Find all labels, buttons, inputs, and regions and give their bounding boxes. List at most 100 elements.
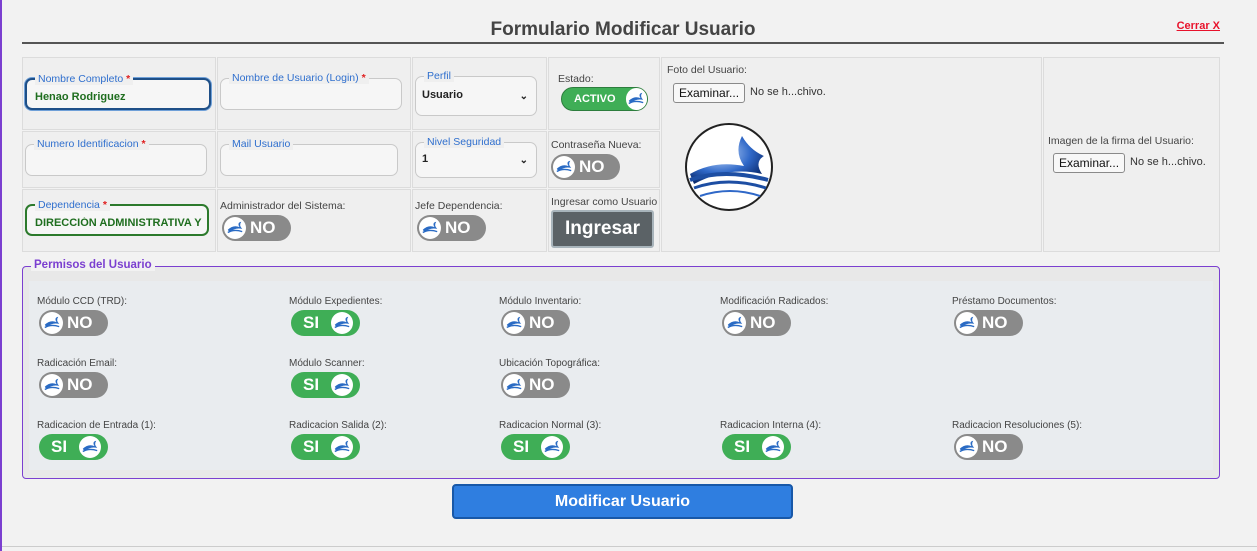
permiso-label: Módulo Inventario: <box>499 296 582 307</box>
mail-usuario-field[interactable]: Mail Usuario <box>220 138 398 176</box>
chevron-down-icon: ⌄ <box>519 91 528 102</box>
nombre-usuario-label: Nombre de Usuario (Login) * <box>229 72 369 84</box>
permiso-toggle[interactable]: SI <box>291 372 360 398</box>
permiso-toggle[interactable]: NO <box>39 372 108 398</box>
permiso-label: Módulo Expedientes: <box>289 296 383 307</box>
whale-logo-icon <box>553 156 575 178</box>
mail-usuario-label: Mail Usuario <box>229 138 294 150</box>
cell-admin-sistema: Administrador del Sistema: NO <box>217 189 411 252</box>
permisos-legend: Permisos del Usuario <box>31 259 155 271</box>
nivel-seguridad-label: Nivel Seguridad <box>424 136 505 148</box>
whale-logo-icon <box>331 312 354 334</box>
admin-sistema-label: Administrador del Sistema: <box>220 200 346 212</box>
permiso-toggle[interactable]: NO <box>722 310 791 336</box>
dependencia-field[interactable]: Dependencia * DIRECCIÓN ADMINISTRATIVA Y… <box>25 199 209 236</box>
numero-identificacion-label: Numero Identificacion * <box>34 138 149 150</box>
cell-mail-usuario: Mail Usuario <box>217 131 411 188</box>
dependencia-value: DIRECCIÓN ADMINISTRATIVA Y FIN <box>35 217 203 229</box>
admin-sistema-toggle[interactable]: NO <box>222 215 291 241</box>
permiso-toggle[interactable]: SI <box>722 434 791 460</box>
whale-logo-icon <box>331 436 354 458</box>
foto-file-text: No se h...chivo. <box>750 86 826 98</box>
estado-label: Estado: <box>558 73 594 85</box>
whale-logo-icon <box>503 312 525 334</box>
permiso-toggle[interactable]: NO <box>501 310 570 336</box>
user-photo-image <box>684 122 774 212</box>
permiso-label: Ubicación Topográfica: <box>499 358 600 369</box>
permiso-toggle-text: SI <box>303 375 320 394</box>
permiso-toggle-text: NO <box>67 375 93 394</box>
perfil-label: Perfil <box>424 70 454 82</box>
permiso-toggle-text: NO <box>529 375 555 394</box>
nombre-completo-value: Henao Rodriguez <box>35 91 126 103</box>
permiso-label: Radicación Email: <box>37 358 118 369</box>
whale-logo-icon <box>331 374 354 396</box>
firma-label: Imagen de la firma del Usuario: <box>1048 135 1194 147</box>
foto-label: Foto del Usuario: <box>667 64 747 76</box>
whale-logo-icon <box>541 436 564 458</box>
permiso-toggle-text: SI <box>303 313 320 332</box>
contrasena-toggle[interactable]: NO <box>551 154 620 180</box>
permiso-label: Módulo CCD (TRD): <box>37 296 128 307</box>
permiso-label: Radicacion de Entrada (1): <box>37 420 156 431</box>
jefe-dependencia-toggle[interactable]: NO <box>417 215 486 241</box>
close-link[interactable]: Cerrar X <box>1177 20 1220 32</box>
nivel-seguridad-select[interactable]: Nivel Seguridad 1 ⌄ <box>415 136 537 178</box>
cell-ingresar-como: Ingresar como Usuario Ingresar <box>548 189 660 252</box>
permiso-toggle-text: SI <box>513 437 530 456</box>
modificar-usuario-button[interactable]: Modificar Usuario <box>452 484 793 519</box>
permiso-toggle[interactable]: NO <box>39 310 108 336</box>
whale-logo-icon <box>956 312 978 334</box>
ingresar-button[interactable]: Ingresar <box>551 210 654 248</box>
whale-logo-icon <box>956 436 978 458</box>
permiso-toggle-text: SI <box>734 437 751 456</box>
permiso-toggle[interactable]: SI <box>39 434 108 460</box>
nombre-completo-field[interactable]: Nombre Completo * Henao Rodriguez <box>25 73 211 110</box>
permisos-fieldset: Permisos del Usuario Módulo CCD (TRD): NO… <box>22 259 1220 479</box>
cell-jefe-dependencia: Jefe Dependencia: NO <box>412 189 547 252</box>
cell-dependencia: Dependencia * DIRECCIÓN ADMINISTRATIVA Y… <box>22 189 216 252</box>
permiso-toggle-text: SI <box>303 437 320 456</box>
nivel-seguridad-selected: 1 ⌄ <box>422 153 528 166</box>
contrasena-label: Contraseña Nueva: <box>551 139 642 151</box>
ingresar-como-label: Ingresar como Usuario <box>551 196 658 208</box>
contrasena-toggle-text: NO <box>579 157 605 176</box>
permiso-toggle-text: NO <box>750 313 776 332</box>
permiso-label: Radicacion Normal (3): <box>499 420 602 431</box>
cell-foto: Foto del Usuario: Examinar... No se h...… <box>661 57 1042 252</box>
permiso-toggle[interactable]: NO <box>954 310 1023 336</box>
cell-nombre-usuario: Nombre de Usuario (Login) * <box>217 57 411 130</box>
whale-logo-icon <box>224 217 246 239</box>
permiso-label: Radicacion Resoluciones (5): <box>952 420 1083 431</box>
permiso-toggle[interactable]: SI <box>501 434 570 460</box>
permiso-toggle[interactable]: SI <box>291 310 360 336</box>
permiso-toggle-text: NO <box>982 437 1008 456</box>
cell-numero-identificacion: Numero Identificacion * <box>22 131 216 188</box>
nombre-completo-label: Nombre Completo * <box>35 73 134 85</box>
estado-toggle[interactable]: ACTIVO <box>561 87 648 111</box>
numero-identificacion-field[interactable]: Numero Identificacion * <box>25 138 207 176</box>
permiso-label: Modificación Radicados: <box>720 296 829 307</box>
admin-sistema-toggle-text: NO <box>250 218 276 237</box>
permiso-toggle[interactable]: NO <box>954 434 1023 460</box>
jefe-dependencia-toggle-text: NO <box>445 218 471 237</box>
dependencia-label: Dependencia * <box>35 199 110 211</box>
permiso-toggle-text: NO <box>982 313 1008 332</box>
perfil-select[interactable]: Perfil Usuario ⌄ <box>415 70 537 116</box>
jefe-dependencia-label: Jefe Dependencia: <box>415 200 503 212</box>
estado-toggle-text: ACTIVO <box>574 93 616 105</box>
whale-logo-icon <box>79 436 102 458</box>
cell-estado: Estado: ACTIVO <box>548 57 660 130</box>
foto-browse-button[interactable]: Examinar... <box>673 83 746 103</box>
firma-file-text: No se h...chivo. <box>1130 156 1206 168</box>
whale-logo-icon <box>762 436 785 458</box>
chevron-down-icon: ⌄ <box>519 155 528 166</box>
firma-browse-button[interactable]: Examinar... <box>1053 153 1126 173</box>
cell-firma: Imagen de la firma del Usuario: Examinar… <box>1043 57 1220 252</box>
nombre-usuario-field[interactable]: Nombre de Usuario (Login) * <box>220 72 402 110</box>
permiso-toggle[interactable]: NO <box>501 372 570 398</box>
permiso-label: Radicacion Interna (4): <box>720 420 822 431</box>
permisos-grid: Módulo CCD (TRD): NO Módulo Expedientes: SI… <box>29 281 1213 470</box>
cell-contrasena: Contraseña Nueva: NO <box>548 131 660 188</box>
permiso-toggle[interactable]: SI <box>291 434 360 460</box>
